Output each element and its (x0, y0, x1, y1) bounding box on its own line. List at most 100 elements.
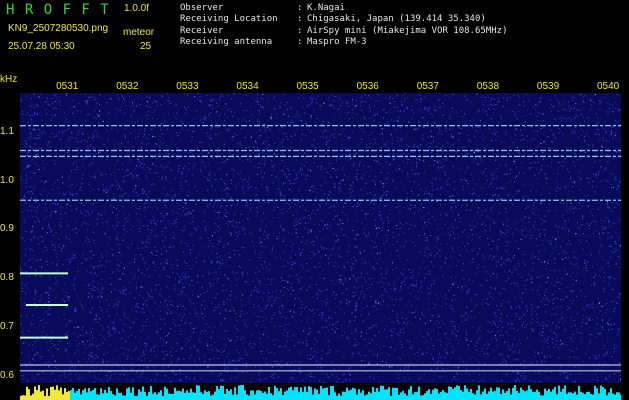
strip-bar (114, 395, 116, 400)
strip-bar (518, 393, 520, 400)
strip-bar (284, 391, 286, 400)
spectrogram-svg (20, 93, 621, 383)
strip-bar (254, 394, 256, 400)
strip-bar (520, 387, 522, 400)
strip-bar (324, 387, 326, 400)
strip-bar (522, 389, 524, 400)
strip-bar (576, 394, 578, 400)
strip-bar (496, 387, 498, 400)
strip-bar (570, 392, 572, 400)
strip-bar (608, 392, 610, 400)
strip-bar (290, 386, 292, 400)
strip-bar (192, 392, 194, 400)
strip-bar (616, 392, 618, 400)
spectrogram-plot (20, 93, 621, 383)
strip-bar (32, 393, 34, 400)
strip-bar (334, 392, 336, 400)
strip-bar (468, 391, 470, 400)
strip-bar (142, 386, 144, 400)
strip-bar (150, 386, 152, 400)
strip-bar (204, 390, 206, 400)
strip-bar (398, 394, 400, 400)
strip-bar (130, 392, 132, 400)
strip-bar (396, 387, 398, 400)
strip-bar (384, 389, 386, 400)
strip-bar (84, 388, 86, 400)
strip-bar (258, 390, 260, 400)
strip-bar (502, 389, 504, 400)
y-tick-label: 1.0 (0, 174, 14, 186)
strip-bar (154, 392, 156, 400)
y-axis-label: kHz (0, 74, 18, 85)
strip-bar (582, 392, 584, 400)
strip-bar (66, 391, 68, 400)
strip-bar (380, 385, 382, 400)
strip-bar (410, 386, 412, 400)
x-tick-label: 0540 (597, 81, 620, 92)
strip-bar (62, 394, 64, 400)
strip-bar (236, 394, 238, 400)
strip-bar (70, 390, 72, 400)
strip-bar (434, 388, 436, 400)
strip-bar (348, 390, 350, 400)
strip-bar (108, 387, 110, 400)
x-tick-label: 0533 (176, 81, 199, 92)
strip-bar (156, 394, 158, 400)
strip-bar (212, 394, 214, 400)
app-name: H R O F F T (6, 2, 110, 18)
strip-bar (514, 385, 516, 400)
strip-bar (54, 389, 56, 400)
datetime-label: 25.07.28 05:30 (8, 41, 75, 52)
signal-strength-strip (20, 385, 621, 400)
strip-bar (508, 388, 510, 400)
strip-bar (486, 393, 488, 400)
strip-bar (500, 394, 502, 400)
x-tick-label: 0539 (536, 81, 560, 92)
strip-bar (378, 391, 380, 400)
strip-bar (116, 388, 118, 400)
strip-bar (132, 387, 134, 400)
strip-bar (464, 385, 466, 400)
strip-bar (94, 388, 96, 400)
strip-bar (296, 387, 298, 400)
strip-bar (188, 392, 190, 400)
strip-bar (438, 393, 440, 400)
strip-bar (458, 386, 460, 400)
y-tick-label: 0.9 (0, 223, 14, 235)
strip-bar (164, 386, 166, 400)
strip-bar (552, 389, 554, 400)
strip-bar (270, 393, 272, 400)
strip-bar (180, 391, 182, 400)
strip-bar (366, 394, 368, 400)
strip-bar (476, 390, 478, 400)
strip-bar (618, 392, 620, 400)
strip-bar (374, 391, 376, 400)
strip-bar (124, 395, 126, 400)
strip-bar (564, 385, 566, 400)
strip-bar (414, 392, 416, 400)
info-value-antenna: Maspro FM-3 (307, 37, 367, 47)
strip-bar (534, 391, 536, 400)
strip-bar (196, 385, 198, 400)
strip-bar (24, 395, 26, 400)
strip-bar (184, 392, 186, 400)
strip-bar (456, 385, 458, 400)
strip-bar (110, 391, 112, 400)
strip-bar (516, 390, 518, 400)
strip-bar (420, 395, 422, 400)
strip-bar (540, 395, 542, 400)
strip-bar (146, 395, 148, 400)
strip-bar (562, 388, 564, 400)
strip-bar (474, 394, 476, 400)
strip-bar (30, 395, 32, 400)
strip-bar (266, 393, 268, 400)
strip-bar (620, 394, 621, 400)
strip-bar (492, 391, 494, 400)
strip-bar (360, 392, 362, 400)
strip-bar (56, 385, 58, 400)
y-tick-label: 1.1 (0, 125, 14, 137)
strip-bar (480, 394, 482, 400)
strip-bar (120, 392, 122, 400)
strip-bar (402, 390, 404, 400)
strip-bar (320, 385, 322, 400)
